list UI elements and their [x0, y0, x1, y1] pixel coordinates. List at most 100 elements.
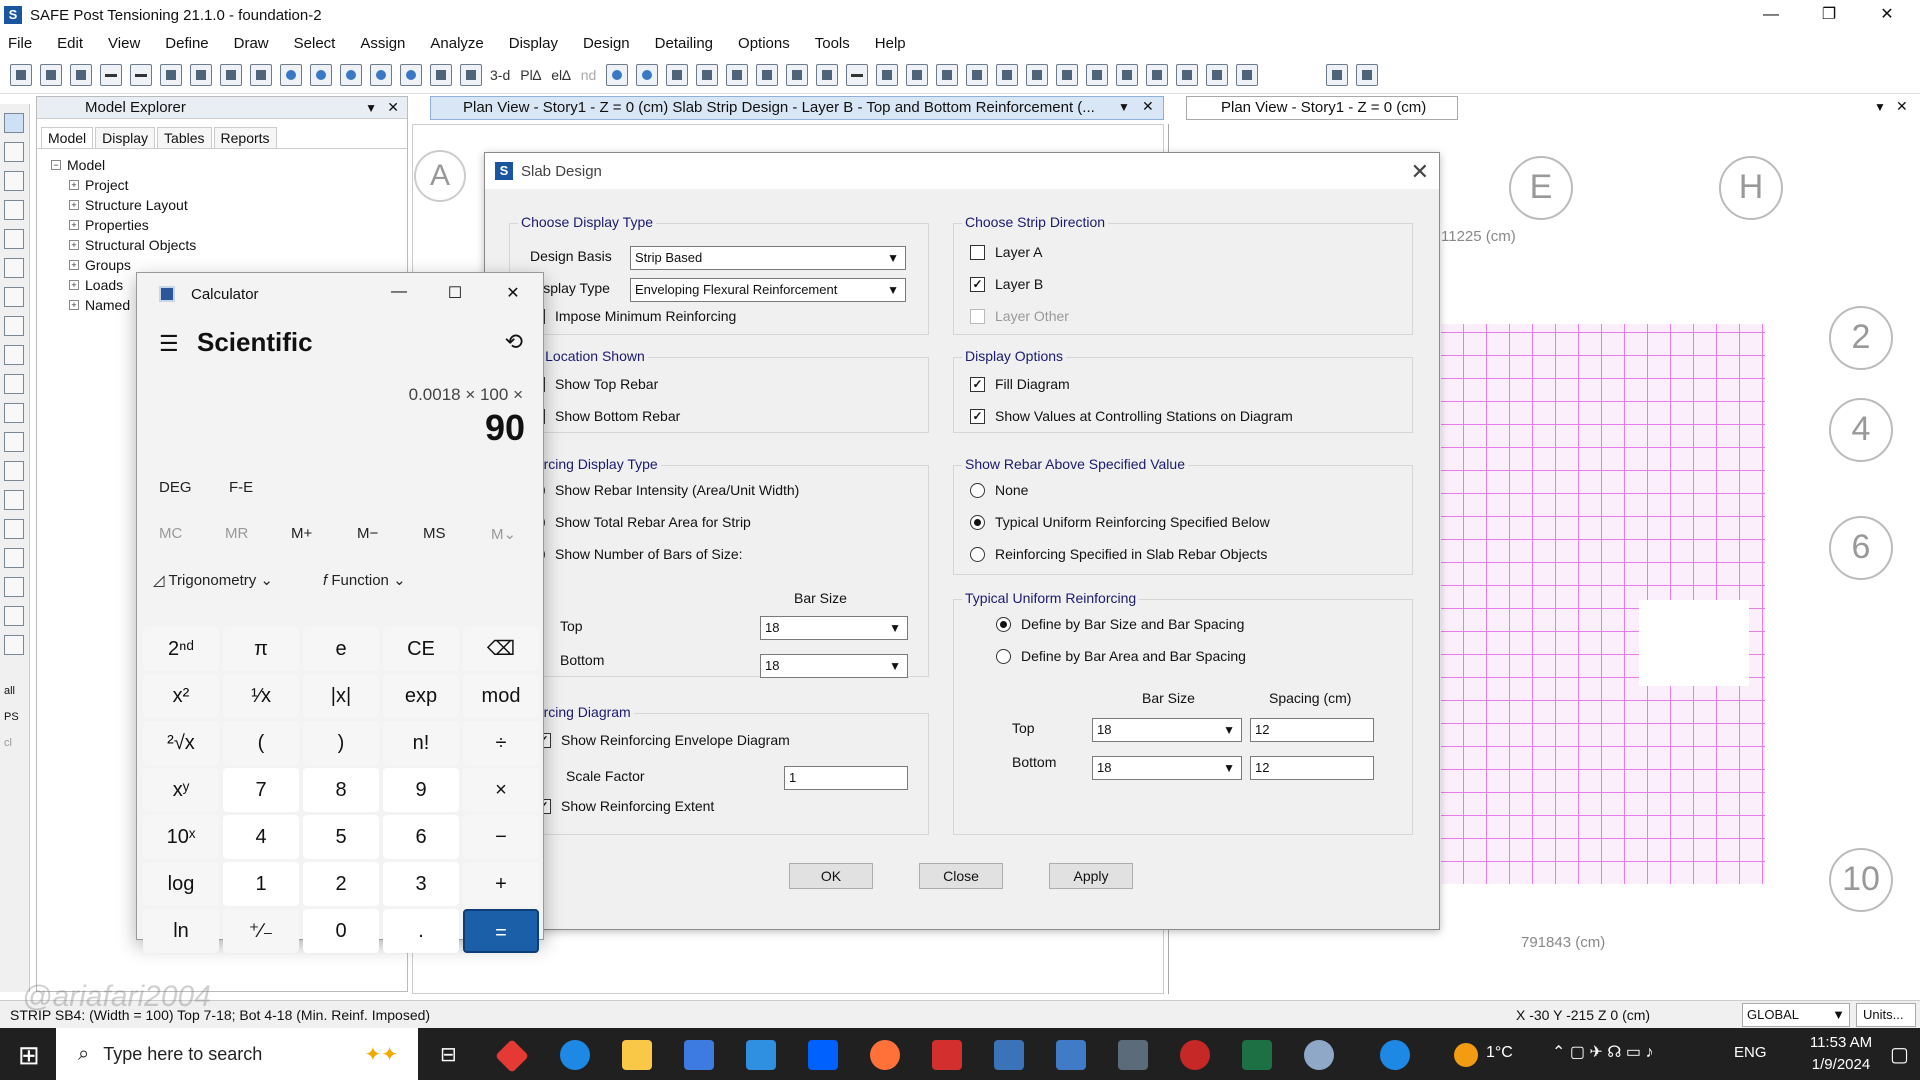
open-file-icon[interactable]: [40, 63, 62, 86]
expand-icon[interactable]: +: [69, 220, 79, 230]
language-indicator[interactable]: ENG: [1734, 1044, 1767, 1061]
anydesk-icon[interactable]: [495, 1039, 529, 1073]
calc-key[interactable]: exp: [383, 674, 459, 718]
define-area-spacing-radio[interactable]: Define by Bar Area and Bar Spacing: [996, 648, 1246, 664]
checkbox-checked-icon[interactable]: ✓: [970, 276, 985, 292]
draw-beam-icon[interactable]: [876, 63, 899, 86]
calc-key[interactable]: ÷: [463, 721, 539, 765]
draw-opening-icon[interactable]: [1056, 63, 1079, 86]
zoom-out-icon[interactable]: [370, 63, 392, 86]
calc-key[interactable]: 9: [383, 768, 459, 812]
display-options-icon[interactable]: [786, 63, 809, 86]
run-analysis-icon[interactable]: [220, 63, 242, 86]
funnel-icon[interactable]: [1356, 63, 1379, 86]
calc-key[interactable]: 0: [303, 909, 379, 953]
typical-bottom-bar-size-select[interactable]: 18 ▼: [1092, 756, 1242, 780]
radio-selected-icon[interactable]: [970, 514, 985, 530]
clock-date[interactable]: 1/9/2024: [1804, 1056, 1878, 1073]
draw-slab-icon[interactable]: [1026, 63, 1049, 86]
pan-icon[interactable]: [430, 63, 452, 86]
save-icon[interactable]: [70, 63, 92, 86]
draw-strip-icon[interactable]: [906, 63, 929, 86]
zoom-window-icon[interactable]: [280, 63, 302, 86]
menu-detailing[interactable]: Detailing: [653, 35, 715, 52]
calc-key[interactable]: .: [383, 909, 459, 953]
radio-unselected-icon[interactable]: [970, 546, 985, 562]
fe-button[interactable]: F-E: [229, 479, 253, 496]
rotate-icon[interactable]: [606, 63, 629, 86]
draw-opening-tool-icon[interactable]: [4, 432, 24, 452]
mail-icon[interactable]: [746, 1040, 776, 1070]
show-values-checkbox[interactable]: ✓ Show Values at Controlling Stations on …: [970, 408, 1293, 424]
define-size-spacing-radio[interactable]: Define by Bar Size and Bar Spacing: [996, 616, 1244, 632]
tree-item[interactable]: + Structure Layout: [51, 195, 407, 215]
measure-tool-icon[interactable]: [4, 606, 24, 626]
calc-key[interactable]: mod: [463, 674, 539, 718]
minimize-button[interactable]: —: [1742, 0, 1800, 30]
calc-maximize-icon[interactable]: ☐: [441, 283, 469, 303]
checkbox-unchecked-icon[interactable]: [970, 244, 985, 260]
hamburger-menu-icon[interactable]: ☰: [159, 331, 179, 357]
tree-root[interactable]: − Model: [51, 155, 407, 175]
right-view-tab[interactable]: Plan View - Story1 - Z = 0 (cm): [1186, 96, 1458, 120]
right-tab-close-icon[interactable]: ✕: [1896, 98, 1908, 115]
calc-key[interactable]: n!: [383, 721, 459, 765]
calc-close-icon[interactable]: ✕: [499, 283, 527, 303]
menu-draw[interactable]: Draw: [232, 35, 271, 52]
top-bar-size-select[interactable]: 18 ▼: [760, 616, 908, 640]
redo-icon[interactable]: [130, 63, 152, 86]
design-icon[interactable]: [250, 63, 272, 86]
scale-factor-input[interactable]: 1: [784, 766, 908, 790]
tree-item[interactable]: + Structural Objects: [51, 235, 407, 255]
safe-taskbar-icon[interactable]: [1056, 1040, 1086, 1070]
calc-key[interactable]: log: [143, 862, 219, 906]
reshape-icon[interactable]: [4, 142, 24, 162]
draw-rebar-icon[interactable]: [1116, 63, 1139, 86]
draw-column-tool-icon[interactable]: [4, 403, 24, 423]
select-cl-label[interactable]: cl: [4, 737, 29, 749]
typical-uniform-radio[interactable]: Typical Uniform Reinforcing Specified Be…: [970, 514, 1270, 530]
clock-time[interactable]: 11:53 AM: [1804, 1034, 1878, 1051]
lock-icon[interactable]: [190, 63, 212, 86]
menu-options[interactable]: Options: [736, 35, 792, 52]
tree-item[interactable]: + Project: [51, 175, 407, 195]
rebar-intensity-radio[interactable]: Show Rebar Intensity (Area/Unit Width): [530, 482, 799, 498]
calc-key[interactable]: ×: [463, 768, 539, 812]
expand-icon[interactable]: +: [69, 180, 79, 190]
none-radio[interactable]: None: [970, 482, 1028, 498]
draw-rect-tool-icon[interactable]: [4, 345, 24, 365]
draw-point-icon[interactable]: [996, 63, 1019, 86]
taskbar-search[interactable]: ⌕ Type here to search ✦✦: [56, 1028, 418, 1080]
glasses-icon[interactable]: [636, 63, 659, 86]
calc-key[interactable]: ²√x: [143, 721, 219, 765]
apply-button[interactable]: Apply: [1049, 863, 1133, 889]
draw-dim-tool-icon[interactable]: [4, 519, 24, 539]
calc-key[interactable]: 10ˣ: [143, 815, 219, 859]
draw-area-tool-icon[interactable]: [4, 200, 24, 220]
pencil-icon[interactable]: [160, 63, 182, 86]
memory-add-button[interactable]: M+: [291, 525, 312, 542]
etabs-icon[interactable]: [994, 1040, 1024, 1070]
radio-unselected-icon[interactable]: [970, 482, 985, 498]
draw-beam-tool-icon[interactable]: [4, 229, 24, 249]
snap-icon[interactable]: [1206, 63, 1229, 86]
filter-icon[interactable]: [1326, 63, 1349, 86]
menu-view[interactable]: View: [106, 35, 142, 52]
calc-key[interactable]: 2: [303, 862, 379, 906]
dialog-close-icon[interactable]: ✕: [1411, 159, 1429, 185]
draw-section-cut-icon[interactable]: [1176, 63, 1199, 86]
calc-key[interactable]: ¹∕x: [223, 674, 299, 718]
menu-edit[interactable]: Edit: [55, 35, 85, 52]
calc-key[interactable]: (: [223, 721, 299, 765]
menu-select[interactable]: Select: [292, 35, 338, 52]
show-top-rebar-checkbox[interactable]: ✓Show Top Rebar: [530, 376, 658, 392]
calc-key[interactable]: +: [463, 862, 539, 906]
move-down-icon[interactable]: [696, 63, 719, 86]
center-tab-menu-icon[interactable]: ▼: [1118, 100, 1130, 114]
acrobat-icon[interactable]: [932, 1040, 962, 1070]
select-ps-label[interactable]: PS: [4, 711, 29, 723]
draw-poly-tool-icon[interactable]: [4, 374, 24, 394]
zoom-extents-icon[interactable]: [310, 63, 332, 86]
draw-grid-tool-icon[interactable]: [4, 577, 24, 597]
checkbox-disabled-icon[interactable]: [970, 308, 985, 324]
